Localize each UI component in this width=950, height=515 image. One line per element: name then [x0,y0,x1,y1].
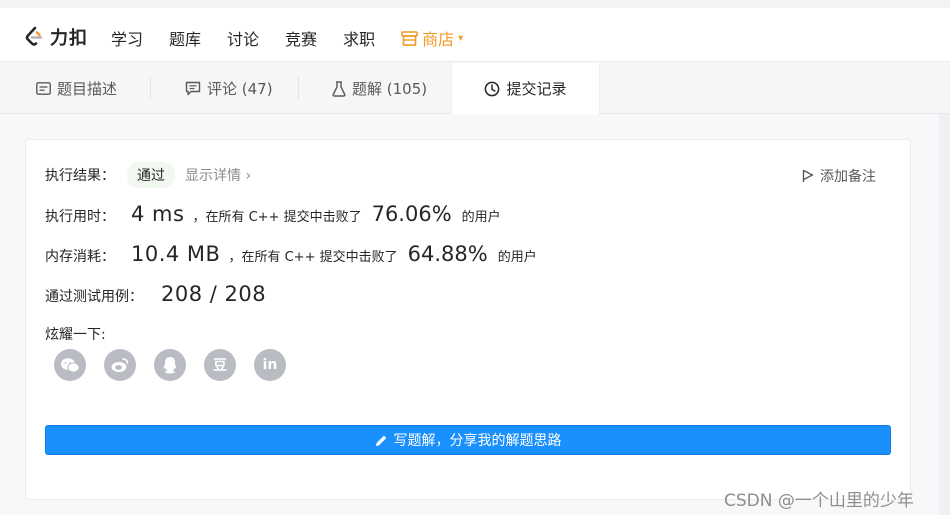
tests-row: 通过测试用例： 208 / 208 [45,282,266,306]
memory-value: 10.4 MB [131,242,221,266]
nav-discuss[interactable]: 讨论 [227,26,259,50]
share-buttons: 豆 in [54,349,286,381]
qq-icon[interactable] [154,349,186,381]
douban-glyph: 豆 [213,358,227,374]
write-solution-label: 写题解，分享我的解题思路 [393,433,562,449]
runtime-percent: 76.06% [371,202,452,226]
tab-description[interactable]: 题目描述 [36,63,117,114]
store-icon [401,30,418,46]
add-note-button[interactable]: 添加备注 [802,166,876,186]
memory-percent: 64.88% [407,242,488,266]
pencil-icon [375,435,386,446]
runtime-label: 执行用时： [45,209,115,225]
result-row: 执行结果： 通过 显示详情 › [45,162,251,188]
top-navbar: 力扣 学习 题库 讨论 竞赛 求职 商店 ▾ [0,0,950,62]
nav-jobs[interactable]: 求职 [343,26,375,50]
runtime-row: 执行用时： 4 ms ，在所有 C++ 提交中击败了 76.06% 的用户 [45,202,501,226]
flag-icon [802,169,814,182]
problem-tabs: 题目描述 评论 (47) 题解 (105) 提交记录 [0,63,950,114]
top-strip [0,0,950,8]
result-label: 执行结果： [45,168,115,184]
weibo-icon[interactable] [104,349,136,381]
share-label: 炫耀一下: [45,327,106,343]
tab-submissions-label: 提交记录 [506,80,567,98]
add-note-label: 添加备注 [820,169,876,185]
tab-divider [298,77,299,99]
tests-label: 通过测试用例： [45,289,143,305]
tab-solutions-label: 题解 (105) [352,80,428,98]
tab-divider [150,77,151,99]
tab-description-label: 题目描述 [57,80,118,98]
watermark: CSDN @一个山里的少年 [724,491,914,511]
nav-store[interactable]: 商店 ▾ [401,26,463,50]
flask-icon [332,80,346,97]
memory-label: 内存消耗： [45,249,115,265]
runtime-suffix: 的用户 [461,210,501,225]
tests-value: 208 / 208 [161,282,267,306]
nav-store-label: 商店 [422,30,455,49]
chevron-down-icon: ▾ [458,32,464,44]
tab-comments-label: 评论 (47) [207,80,273,98]
nav-contest[interactable]: 竞赛 [285,26,317,50]
write-solution-button[interactable]: 写题解，分享我的解题思路 [45,425,891,455]
tab-solutions[interactable]: 题解 (105) [332,63,427,114]
linkedin-icon[interactable]: in [254,349,286,381]
runtime-value: 4 ms [131,202,185,226]
memory-suffix: 的用户 [497,250,537,265]
main-nav: 学习 题库 讨论 竞赛 求职 商店 ▾ [111,26,463,50]
linkedin-glyph: in [262,357,278,373]
brand-name: 力扣 [50,28,88,49]
logo[interactable]: 力扣 [24,24,88,50]
wechat-icon[interactable] [54,349,86,381]
douban-icon[interactable]: 豆 [204,349,236,381]
show-details-link[interactable]: 显示详情 › [185,165,251,185]
scrollbar-track[interactable] [939,114,950,515]
share-row: 炫耀一下: [45,324,106,344]
memory-prefix: ，在所有 C++ 提交中击败了 [228,250,398,265]
nav-problems[interactable]: 题库 [169,26,201,50]
nav-learn[interactable]: 学习 [111,26,143,50]
submission-result-card: 执行结果： 通过 显示详情 › 添加备注 执行用时： 4 ms ，在所有 C++… [25,139,911,500]
leetcode-logo-icon [25,26,43,46]
memory-row: 内存消耗： 10.4 MB ，在所有 C++ 提交中击败了 64.88% 的用户 [45,242,537,266]
tab-submissions[interactable]: 提交记录 [451,63,600,114]
clock-icon [485,81,500,96]
comment-icon [185,81,201,96]
runtime-prefix: ，在所有 C++ 提交中击败了 [192,210,362,225]
tab-comments[interactable]: 评论 (47) [185,63,273,114]
status-badge: 通过 [127,162,175,188]
description-icon [36,82,51,95]
